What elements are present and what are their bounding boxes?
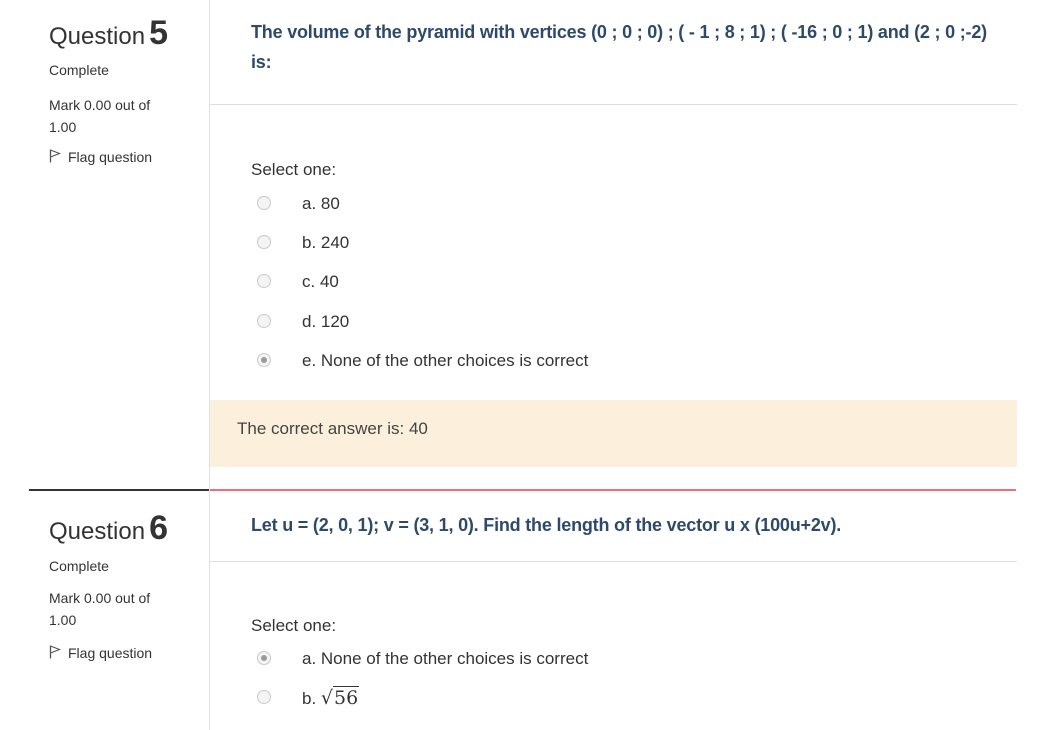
option-label: b. 240 (302, 233, 350, 252)
answer-option-e[interactable]: e. None of the other choices is correct (257, 348, 957, 374)
flag-question-link[interactable]: Flag question (49, 645, 152, 661)
question-state: Complete (49, 558, 109, 574)
select-one-prompt: Select one: (251, 160, 337, 179)
option-label: b. √56 (302, 685, 360, 712)
option-letter: b. (302, 689, 317, 708)
answer-option-b[interactable]: b. √56 (257, 685, 957, 711)
question-content: Let u = (2, 0, 1); v = (3, 1, 0). Find t… (209, 489, 1017, 730)
flag-question-label: Flag question (68, 149, 153, 165)
question-number: Question 6 (49, 509, 168, 548)
answer-option-a[interactable]: a. 80 (257, 191, 957, 217)
radicand: 56 (333, 686, 360, 709)
question-state: Complete (49, 62, 109, 78)
flag-question-label: Flag question (68, 645, 153, 661)
flag-icon (49, 645, 62, 659)
feedback-panel: The correct answer is: 40 (210, 400, 1017, 467)
option-label: e. None of the other choices is correct (302, 351, 589, 370)
answer-option-d[interactable]: d. 120 (257, 309, 957, 335)
question-text: The volume of the pyramid with vertices … (251, 22, 987, 72)
radio-button-selected[interactable] (257, 353, 271, 367)
question-5: Question 5 Complete Mark 0.00 out of 1.00… (0, 0, 1043, 489)
question-grade: Mark 0.00 out of 1.00 (49, 97, 151, 135)
question-label: Question (49, 23, 146, 50)
sqrt-expression: √56 (320, 686, 360, 709)
option-label: a. None of the other choices is correct (302, 649, 589, 668)
question-number-value: 6 (149, 509, 168, 547)
question-6: Question 6 Complete Mark 0.00 out of 1.00… (0, 489, 1043, 730)
radio-button[interactable] (257, 690, 271, 704)
answer-option-c[interactable]: c. 40 (257, 269, 957, 295)
option-label: a. 80 (302, 194, 340, 213)
radio-button[interactable] (257, 196, 271, 210)
question-text: Let u = (2, 0, 1); v = (3, 1, 0). Find t… (251, 515, 842, 535)
question-number: Question 5 (49, 14, 168, 53)
radio-button[interactable] (257, 235, 271, 249)
radio-button-selected[interactable] (257, 651, 271, 665)
select-one-prompt: Select one: (251, 616, 337, 635)
question-separator (29, 489, 209, 491)
divider (210, 104, 1017, 105)
option-label: d. 120 (302, 312, 350, 331)
question-grade: Mark 0.00 out of 1.00 (49, 590, 151, 628)
question-content: The volume of the pyramid with vertices … (209, 0, 1017, 489)
option-label: c. 40 (302, 272, 339, 291)
question-number-value: 5 (149, 14, 168, 52)
flag-icon (49, 149, 62, 163)
radio-button[interactable] (257, 274, 271, 288)
radio-button[interactable] (257, 314, 271, 328)
answer-option-a[interactable]: a. None of the other choices is correct (257, 646, 957, 672)
question-label: Question (49, 518, 146, 545)
divider (210, 561, 1017, 562)
answer-option-b[interactable]: b. 240 (257, 230, 957, 256)
flag-question-link[interactable]: Flag question (49, 149, 152, 165)
correct-answer-text: The correct answer is: 40 (237, 419, 428, 438)
